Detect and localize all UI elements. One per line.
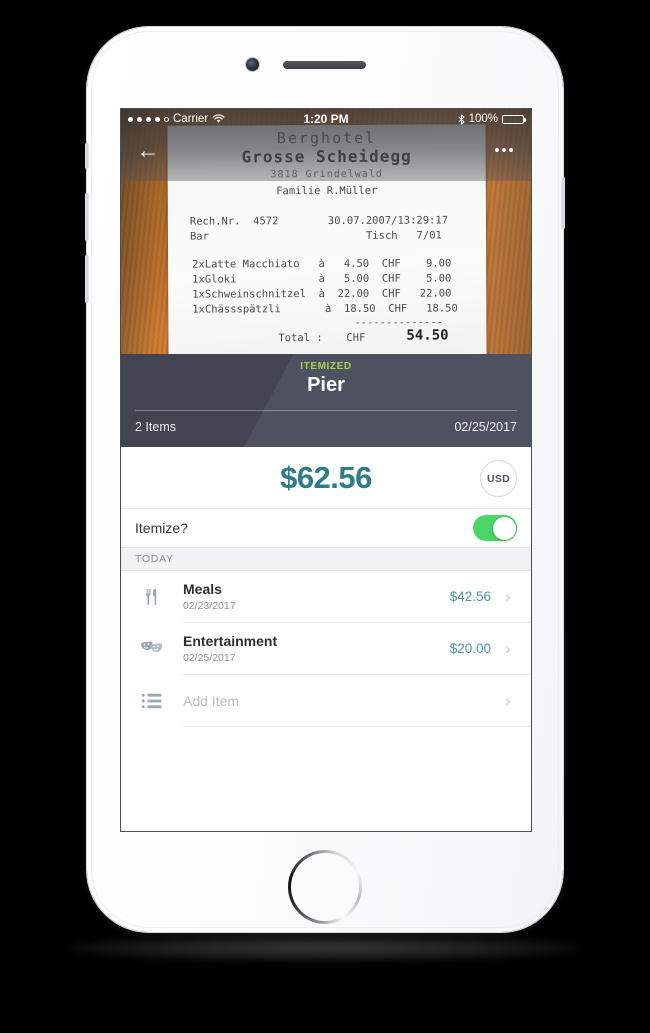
power-button[interactable] [561, 177, 565, 229]
volume-up-button[interactable] [85, 193, 89, 241]
expense-date-label: 02/25/2017 [454, 420, 517, 434]
add-item-label: Add Item [183, 692, 240, 709]
add-item-body: Add Item › [183, 675, 531, 727]
ellipsis-dot [502, 148, 506, 152]
total-amount: $62.56 [280, 459, 372, 495]
receipt-photo[interactable]: Berghotel Grosse Scheidegg 3818 Grindelw… [121, 109, 531, 354]
receipt-line-item: 1xChässspätzli à 18.50 CHF 18.50 [192, 302, 458, 316]
bluetooth-icon [458, 114, 465, 124]
receipt-table-number: Tisch 7/01 [365, 229, 442, 242]
toggle-knob [492, 516, 516, 540]
phone-drop-shadow [68, 935, 582, 961]
status-bar-right: 100% [458, 113, 526, 125]
receipt-total-value: 54.50 [406, 327, 449, 344]
list-item-date: 02/25/2017 [183, 652, 236, 664]
receipt-line-item: 1xSchweinschnitzel à 22.00 CHF 22.00 [192, 287, 452, 301]
battery-icon [502, 114, 526, 124]
currency-badge[interactable]: USD [480, 460, 517, 497]
chevron-right-icon[interactable]: › [495, 692, 521, 709]
receipt-owner: Familie R.Müller [276, 184, 378, 198]
add-item-icon [121, 693, 183, 709]
home-button-face [291, 853, 359, 921]
home-button[interactable] [288, 850, 362, 924]
header-meta: 2 Items 02/25/2017 [135, 420, 517, 434]
status-bar: Carrier 1:20 PM 100% [121, 109, 531, 129]
front-camera-icon [246, 58, 259, 71]
chevron-right-icon[interactable]: › [495, 588, 521, 605]
receipt-invoice-number: Rech.Nr. 4572 [189, 215, 279, 228]
itemize-row[interactable]: Itemize? [121, 508, 531, 547]
list-item-texts: Add Item [183, 693, 239, 709]
receipt-payment-type: Bar [189, 230, 209, 243]
itemize-toggle[interactable] [473, 515, 517, 541]
expense-title: Pier [307, 374, 345, 396]
list-item-body: Meals 02/23/2017 $42.56 › [183, 571, 531, 623]
receipt-line-item: 2xLatte Macchiato à 4.50 CHF 9.00 [192, 257, 452, 271]
earpiece-speaker [283, 61, 366, 69]
phone-device-frame: Berghotel Grosse Scheidegg 3818 Grindelw… [85, 27, 565, 932]
entertainment-icon [121, 639, 183, 659]
battery-percent-label: 100% [468, 113, 498, 125]
item-count-label: 2 Items [135, 420, 176, 434]
list-item-amount: $20.00 [449, 641, 491, 656]
list-item-date: 02/23/2017 [183, 600, 236, 612]
receipt-datetime: 30.07.2007/13:29:17 [327, 214, 449, 227]
section-header-today: TODAY [121, 547, 531, 571]
header-divider [135, 410, 517, 411]
phone-screen: Berghotel Grosse Scheidegg 3818 Grindelw… [120, 108, 532, 832]
receipt-total-currency: CHF [346, 331, 366, 344]
list-item-body: Entertainment 02/25/2017 $20.00 › [183, 623, 531, 675]
receipt-total-label: Total : [278, 332, 323, 345]
volume-down-button[interactable] [85, 255, 89, 303]
receipt-line-item: 1xGloki à 5.00 CHF 5.00 [192, 272, 452, 286]
meals-icon [121, 586, 183, 608]
ellipsis-dot [509, 148, 513, 152]
itemized-badge: ITEMIZED [300, 361, 352, 372]
item-list: Meals 02/23/2017 $42.56 › Entertainment … [121, 571, 531, 727]
list-item-title: Entertainment [183, 633, 278, 649]
add-item-row[interactable]: Add Item › [121, 675, 531, 727]
expense-header: ITEMIZED Pier 2 Items 02/25/2017 [121, 354, 531, 447]
chevron-right-icon[interactable]: › [495, 640, 521, 657]
list-item-amount: $42.56 [449, 589, 491, 604]
more-options-button[interactable] [487, 135, 521, 165]
list-item[interactable]: Meals 02/23/2017 $42.56 › [121, 571, 531, 623]
list-item-texts: Entertainment 02/25/2017 [183, 633, 277, 664]
list-item-title: Meals [183, 581, 222, 597]
ellipsis-dot [495, 148, 499, 152]
silent-switch[interactable] [85, 143, 89, 169]
total-amount-row[interactable]: $62.56 USD [121, 447, 531, 508]
list-item[interactable]: Entertainment 02/25/2017 $20.00 › [121, 623, 531, 675]
itemize-label: Itemize? [135, 520, 188, 536]
list-item-texts: Meals 02/23/2017 [183, 581, 236, 612]
back-button[interactable]: ← [131, 135, 165, 165]
